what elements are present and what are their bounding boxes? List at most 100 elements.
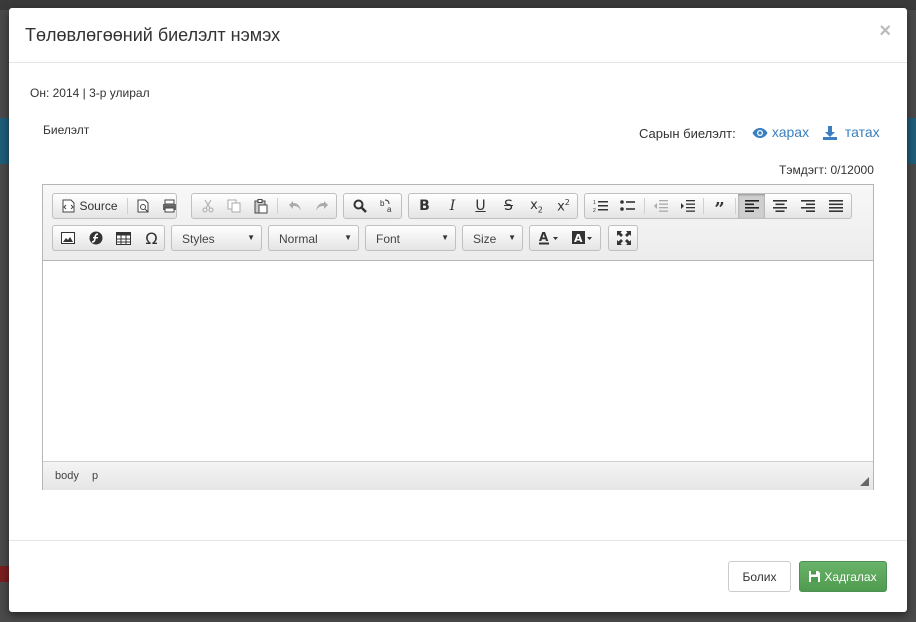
align-right-button[interactable] [794, 194, 821, 218]
modal-header: Төлөвлөгөөний биелэлт нэмэх × [9, 8, 907, 63]
download-link[interactable]: татах [823, 124, 880, 141]
print-icon [162, 199, 177, 213]
strikethrough-icon: S [504, 198, 513, 214]
svg-text:b: b [380, 199, 385, 208]
source-icon [62, 199, 75, 213]
flash-button[interactable] [82, 226, 109, 250]
font-dropdown[interactable]: Font ▼ [365, 225, 456, 251]
underline-icon: U [475, 198, 486, 214]
editor-content-area[interactable] [43, 261, 873, 461]
image-icon [60, 232, 75, 244]
copy-button[interactable] [220, 194, 247, 218]
char-counter: Тэмдэгт: 0/12000 [779, 163, 874, 177]
resize-handle[interactable] [860, 477, 869, 486]
maximize-button[interactable] [610, 226, 637, 250]
styles-dropdown-label: Styles [182, 232, 215, 246]
strikethrough-button[interactable]: S [495, 194, 522, 218]
bg-color-icon: A [571, 231, 594, 245]
toolbar-group-paragraph: 12 ” [584, 193, 852, 220]
source-button[interactable]: Source [55, 194, 125, 218]
download-link-label: татах [844, 124, 880, 140]
underline-button[interactable]: U [467, 194, 494, 218]
save-button[interactable]: Хадгалах [799, 561, 887, 592]
monthly-result-label: Сарын биелэлт: [639, 126, 736, 141]
path-item-p[interactable]: p [92, 470, 98, 482]
search-icon [353, 199, 367, 213]
chevron-down-icon: ▼ [344, 233, 352, 242]
toolbar-group-document: Source [52, 193, 177, 219]
toolbar-separator [644, 198, 645, 214]
print-button[interactable] [156, 194, 183, 218]
undo-icon [288, 200, 302, 212]
bg-color-button[interactable]: A [566, 226, 599, 250]
save-button-label: Хадгалах [824, 569, 877, 584]
indent-button[interactable] [674, 194, 701, 218]
format-dropdown[interactable]: Normal ▼ [268, 225, 359, 251]
editor-status-bar: body p [43, 461, 873, 490]
quote-icon: ” [714, 198, 725, 220]
redo-button[interactable] [308, 194, 335, 218]
paste-icon [254, 198, 268, 214]
paste-button[interactable] [247, 194, 274, 218]
align-right-icon [800, 200, 815, 212]
italic-button[interactable]: I [439, 194, 466, 218]
cancel-button[interactable]: Болих [728, 561, 791, 592]
toolbar-separator [277, 198, 278, 214]
blockquote-button[interactable]: ” [706, 194, 733, 220]
replace-icon: ba [379, 198, 395, 214]
styles-dropdown[interactable]: Styles ▼ [171, 225, 262, 251]
maximize-icon [616, 231, 631, 245]
bulleted-list-button[interactable] [614, 194, 641, 218]
align-left-icon [744, 200, 759, 212]
source-label: Source [79, 199, 118, 213]
align-justify-icon [828, 200, 843, 212]
toolbar-group-insert: Ω [52, 225, 165, 251]
view-link[interactable]: харах [752, 124, 809, 140]
text-color-button[interactable]: A [532, 226, 565, 250]
svg-text:A: A [574, 232, 583, 245]
subscript-icon: x2 [530, 197, 543, 215]
align-center-button[interactable] [766, 194, 793, 218]
result-field-label: Биелэлт [43, 123, 90, 137]
toolbar-group-find: ba [343, 193, 402, 219]
bold-icon: B [419, 198, 430, 214]
font-dropdown-label: Font [376, 232, 401, 246]
superscript-button[interactable]: x2 [550, 194, 577, 218]
replace-button[interactable]: ba [373, 194, 400, 218]
text-color-icon: A [538, 231, 560, 245]
toolbar-separator [703, 198, 704, 214]
download-icon [823, 126, 837, 141]
path-item-body[interactable]: body [55, 470, 79, 482]
rich-text-editor: Source b a B I U S x2 x2 1 2 ” Ω Styles … [42, 184, 874, 490]
table-icon [116, 231, 131, 245]
toolbar-separator [735, 198, 736, 214]
redo-icon [315, 200, 329, 212]
bold-button[interactable]: B [411, 194, 438, 218]
chevron-down-icon: ▼ [247, 233, 255, 242]
close-icon[interactable]: × [879, 20, 891, 43]
scissors-icon [201, 199, 215, 213]
chevron-down-icon: ▼ [508, 233, 516, 242]
align-left-button[interactable] [738, 194, 765, 218]
toolbar-group-clipboard [191, 193, 337, 219]
numbered-list-button[interactable]: 12 [587, 194, 614, 218]
bulleted-list-icon [620, 200, 635, 212]
svg-text:2: 2 [593, 208, 596, 213]
preview-button[interactable] [129, 194, 156, 218]
cut-button[interactable] [194, 194, 221, 218]
outdent-button[interactable] [647, 194, 674, 218]
numbered-list-icon: 12 [593, 199, 608, 213]
special-char-button[interactable]: Ω [138, 226, 165, 250]
subscript-button[interactable]: x2 [523, 194, 550, 218]
align-justify-button[interactable] [822, 194, 849, 218]
eye-icon [752, 127, 768, 139]
undo-button[interactable] [281, 194, 308, 218]
size-dropdown[interactable]: Size ▼ [462, 225, 523, 251]
editor-toolbar: Source b a B I U S x2 x2 1 2 ” Ω Styles … [43, 185, 873, 261]
image-button[interactable] [54, 226, 81, 250]
table-button[interactable] [110, 226, 137, 250]
floppy-disk-icon [809, 571, 821, 582]
period-text: Он: 2014 | 3-р улирал [30, 86, 150, 100]
format-dropdown-label: Normal [279, 232, 318, 246]
find-button[interactable] [346, 194, 373, 218]
